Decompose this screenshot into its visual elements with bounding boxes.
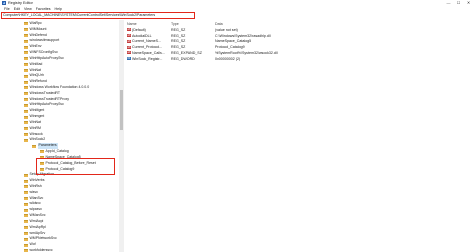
tree-item-label: workfolderssvc (29, 247, 53, 252)
folder-icon (24, 45, 28, 49)
folder-icon (24, 63, 28, 67)
folder-icon (24, 127, 28, 131)
value-data: Protocol_Catalog9 (215, 45, 245, 50)
menu-favorites[interactable]: Favorites (36, 7, 51, 11)
folder-icon (24, 22, 28, 26)
folder-icon (24, 34, 28, 38)
value-data: 0x00000002 (2) (215, 56, 241, 61)
column-header-data[interactable]: Data (215, 22, 335, 26)
value-name-text: WinSock_Registr... (132, 56, 163, 61)
folder-icon (24, 51, 28, 55)
menu-edit[interactable]: Edit (14, 7, 20, 11)
folder-icon (24, 109, 28, 113)
folder-icon (24, 185, 28, 189)
folder-icon (32, 144, 36, 148)
value-name: ab AutodialDLL (127, 34, 167, 38)
folder-icon (24, 80, 28, 84)
tree-scrollbar[interactable] (119, 20, 124, 252)
folder-icon (24, 231, 28, 235)
value-row[interactable]: 01 WinSock_Registr... REG_DWORD 0x00000002 … (127, 56, 474, 62)
value-name: ab Current_Protocol... (127, 45, 167, 49)
folder-icon (24, 92, 28, 96)
folder-icon (24, 226, 28, 230)
window-title: Registry Editor (8, 1, 33, 5)
folder-icon (24, 243, 28, 247)
folder-icon (24, 202, 28, 206)
value-type: REG_SZ (171, 27, 186, 32)
string-value-icon: ab (127, 51, 131, 55)
folder-icon (24, 103, 28, 107)
string-value-icon: ab (127, 39, 131, 43)
value-type: REG_SZ (171, 33, 186, 38)
folder-icon (24, 57, 28, 61)
value-name: ab Current_NameS... (127, 39, 167, 43)
value-name: ab NameSpace_Calls... (127, 51, 167, 55)
value-type: REG_EXPAND_SZ (171, 50, 202, 55)
folder-icon (24, 214, 28, 218)
value-name-text: Current_NameS... (132, 39, 161, 44)
menu-file[interactable]: File (4, 7, 10, 11)
folder-icon (24, 173, 28, 177)
value-data: NameSpace_Catalog5 (215, 39, 252, 44)
folder-icon (24, 196, 28, 200)
value-name-text: AutodialDLL (132, 33, 152, 38)
value-type: REG_DWORD (171, 56, 195, 61)
folder-icon (24, 98, 28, 102)
value-type: REG_SZ (171, 39, 186, 44)
folder-icon (24, 208, 28, 212)
folder-icon (24, 237, 28, 241)
highlight-annotation (36, 157, 115, 175)
folder-icon (24, 28, 28, 32)
folder-icon (24, 74, 28, 78)
value-name: 01 WinSock_Registr... (127, 57, 167, 61)
value-name: ab (Default) (127, 28, 167, 32)
value-type: REG_SZ (171, 45, 186, 50)
registry-key-tree: WiaRpc WIMMount WinDefend windowsitmsupport… (0, 20, 124, 252)
binary-value-icon: 01 (127, 57, 131, 61)
value-name-text: Current_Protocol... (132, 45, 163, 50)
string-value-icon: ab (127, 45, 131, 49)
folder-icon (24, 68, 28, 72)
address-bar[interactable]: Computer\HKEY_LOCAL_MACHINE\SYSTEM\Curre… (1, 12, 195, 19)
string-value-icon: ab (127, 28, 131, 32)
column-header-name[interactable]: Name (127, 22, 167, 26)
folder-icon (24, 132, 28, 136)
registry-editor-icon (2, 1, 6, 5)
menu-view[interactable]: View (24, 7, 32, 11)
column-header-type[interactable]: Type (171, 22, 205, 26)
folder-icon (24, 138, 28, 142)
folder-icon (24, 191, 28, 195)
folder-icon (24, 121, 28, 125)
value-name-text: (Default) (132, 27, 146, 32)
tree-item[interactable]: workfolderssvc (24, 248, 53, 252)
folder-icon (24, 39, 28, 43)
folder-icon (24, 220, 28, 224)
string-value-icon: ab (127, 34, 131, 38)
scrollbar-thumb[interactable] (120, 90, 123, 130)
value-data: (value not set) (215, 27, 238, 32)
value-data: %SystemRoot%\System32\wsock32.dll (215, 50, 278, 55)
folder-icon (24, 179, 28, 183)
folder-icon (24, 115, 28, 119)
folder-icon (24, 86, 28, 90)
value-name-text: NameSpace_Calls... (132, 50, 165, 55)
menu-help[interactable]: Help (55, 7, 62, 11)
folder-icon (40, 150, 44, 154)
value-data: C:\Windows\System32\rasadhlp.dll (215, 33, 271, 38)
